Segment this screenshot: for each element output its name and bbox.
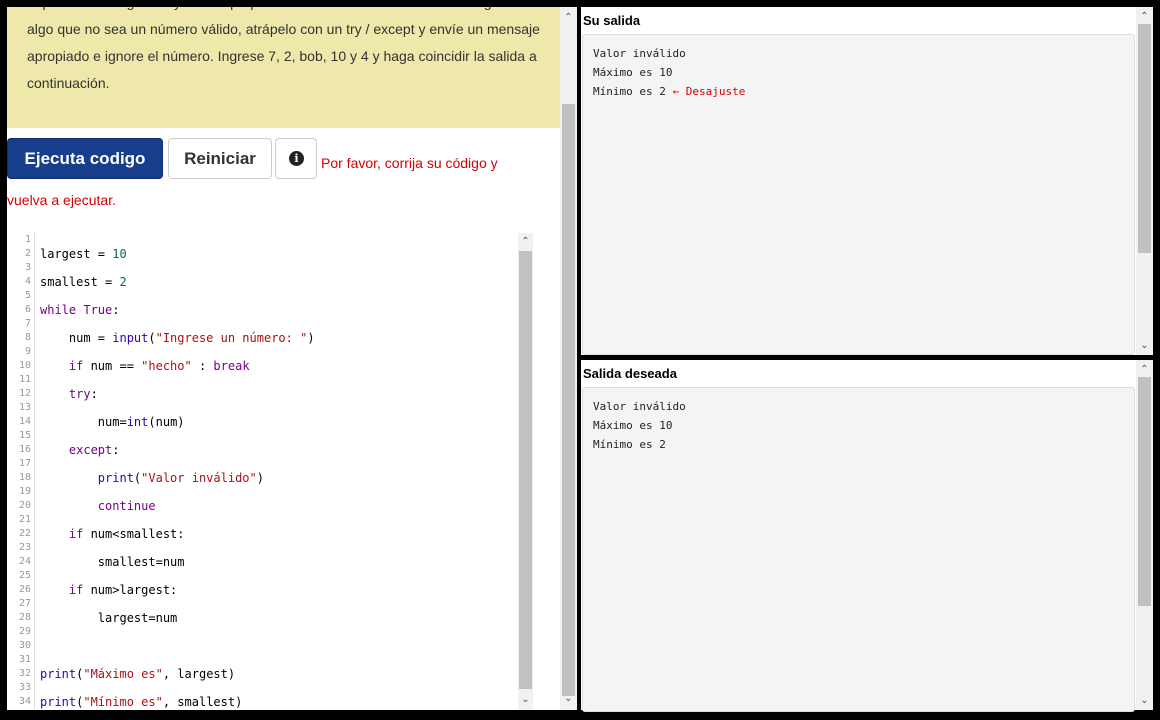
code-line[interactable]: print("Mínimo es", smallest): [40, 695, 315, 710]
scroll-up-arrow-icon[interactable]: ⌃: [518, 234, 533, 249]
line-number: 2: [24, 248, 31, 259]
desired-line: Máximo es 10: [593, 419, 673, 432]
output-line: Máximo es 10: [593, 66, 673, 79]
left-pane-scrollbar[interactable]: ⌃ ⌄: [560, 7, 577, 710]
line-number: 29: [18, 626, 31, 637]
desired-output-title: Salida deseada: [583, 366, 677, 381]
output-line: Valor inválido: [593, 47, 686, 60]
line-number: 34: [18, 696, 31, 707]
line-number: 25: [18, 570, 31, 581]
line-number: 7: [24, 318, 31, 329]
desired-output-box: Valor inválido Máximo es 10 Mínimo es 2: [582, 387, 1135, 712]
scroll-down-arrow-icon[interactable]: ⌄: [518, 692, 533, 707]
desired-output-pane: Salida deseada Valor inválido Máximo es …: [581, 360, 1153, 712]
line-number: 22: [18, 528, 31, 539]
line-number: 31: [18, 654, 31, 665]
line-number: 5: [24, 290, 31, 301]
line-number: 6: [24, 304, 31, 315]
desired-line: Valor inválido: [593, 400, 686, 413]
code-line[interactable]: print("Valor inválido"): [40, 471, 315, 499]
line-number: 11: [18, 374, 31, 385]
line-number-gutter: 1 2 3 4 5 6 7 8 9 10 11 12 13 14 15 16 1…: [11, 233, 35, 710]
scroll-down-arrow-icon[interactable]: ⌄: [1137, 338, 1152, 353]
line-number: 28: [18, 612, 31, 623]
line-number: 32: [18, 668, 31, 679]
code-line[interactable]: while True:: [40, 303, 315, 331]
line-number: 19: [18, 486, 31, 497]
code-line[interactable]: smallest=num: [40, 555, 315, 583]
line-number: 3: [24, 262, 31, 273]
line-number: 24: [18, 556, 31, 567]
line-number: 1: [24, 234, 31, 245]
line-number: 33: [18, 682, 31, 693]
line-number: 17: [18, 458, 31, 469]
line-number: 30: [18, 640, 31, 651]
mismatch-marker: ← Desajuste: [672, 85, 746, 98]
left-pane: Imprima el más grande y el más pequeño d…: [7, 7, 560, 710]
line-number: 9: [24, 346, 31, 357]
line-number: 12: [18, 388, 31, 399]
your-output-scrollbar[interactable]: ⌃ ⌄: [1136, 7, 1153, 355]
code-line[interactable]: if num == "hecho" : break: [40, 359, 315, 387]
line-number: 18: [18, 472, 31, 483]
output-line-text: Mínimo es 2: [593, 85, 666, 98]
error-message: Por favor, corrija su código y vuelva a …: [7, 155, 498, 208]
code-editor[interactable]: 1 2 3 4 5 6 7 8 9 10 11 12 13 14 15 16 1…: [11, 233, 533, 710]
line-number: 26: [18, 584, 31, 595]
line-number: 20: [18, 500, 31, 511]
line-number: 4: [24, 276, 31, 287]
your-output-scroll-thumb[interactable]: [1138, 24, 1151, 253]
line-number: 16: [18, 444, 31, 455]
code-line[interactable]: print("Máximo es", largest): [40, 667, 315, 695]
scroll-up-arrow-icon[interactable]: ⌃: [561, 10, 576, 25]
scroll-down-arrow-icon[interactable]: ⌄: [1137, 693, 1152, 708]
line-number: 15: [18, 430, 31, 441]
scroll-down-arrow-icon[interactable]: ⌄: [561, 691, 576, 706]
code-line[interactable]: num = input("Ingrese un número: "): [40, 331, 315, 359]
line-number: 8: [24, 332, 31, 343]
desired-line: Mínimo es 2: [593, 438, 666, 451]
instructions-panel: Imprima el más grande y el más pequeño d…: [7, 7, 560, 128]
desired-output-scroll-thumb[interactable]: [1138, 377, 1151, 606]
code-line[interactable]: largest=num: [40, 611, 315, 639]
line-number: 21: [18, 514, 31, 525]
code-line[interactable]: if num<smallest:: [40, 527, 315, 555]
code-line[interactable]: try:: [40, 387, 315, 415]
editor-scrollbar[interactable]: ⌃ ⌄: [518, 233, 533, 710]
scroll-up-arrow-icon[interactable]: ⌃: [1137, 9, 1152, 24]
instructions-cut-line: Imprima el más grande y el más pequeño d…: [27, 7, 547, 16]
line-number: 27: [18, 598, 31, 609]
code-line[interactable]: if num>largest:: [40, 583, 315, 611]
code-line[interactable]: except:: [40, 443, 315, 471]
code-line[interactable]: [40, 639, 315, 667]
line-number: 13: [18, 402, 31, 413]
line-number: 14: [18, 416, 31, 427]
scroll-up-arrow-icon[interactable]: ⌃: [1137, 362, 1152, 377]
editor-scroll-thumb[interactable]: [519, 251, 532, 689]
line-number: 23: [18, 542, 31, 553]
code-line[interactable]: num=int(num): [40, 415, 315, 443]
left-pane-scroll-thumb[interactable]: [562, 104, 575, 696]
code-line[interactable]: continue: [40, 499, 315, 527]
line-number: 10: [18, 360, 31, 371]
desired-output-scrollbar[interactable]: ⌃ ⌄: [1136, 360, 1153, 710]
code-line[interactable]: smallest = 2: [40, 275, 315, 303]
your-output-title: Su salida: [583, 13, 641, 28]
instructions-text: algo que no sea un número válido, atrápe…: [27, 21, 540, 91]
code-lines[interactable]: largest = 10 smallest = 2 while True: num …: [40, 247, 315, 710]
your-output-box: Valor inválido Máximo es 10 Mínimo es 2 …: [582, 34, 1135, 355]
output-line-mismatch: Mínimo es 2 ← Desajuste: [593, 82, 1124, 101]
your-output-pane: Su salida Valor inválido Máximo es 10 Mí…: [581, 7, 1153, 355]
code-line[interactable]: largest = 10: [40, 247, 315, 275]
